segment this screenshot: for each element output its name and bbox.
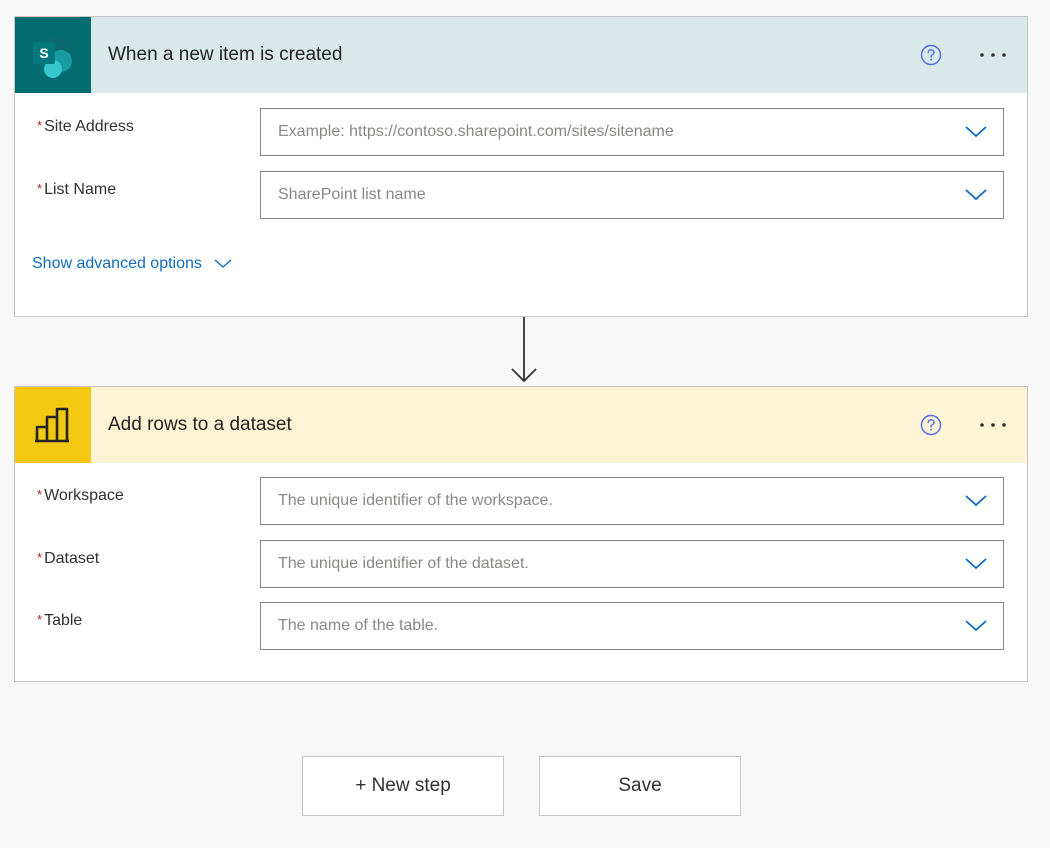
- table-label: * Table: [37, 612, 82, 630]
- help-icon[interactable]: [919, 43, 943, 67]
- action-title: Add rows to a dataset: [108, 414, 292, 435]
- table-field[interactable]: [260, 602, 1004, 650]
- table-input[interactable]: [261, 603, 949, 649]
- required-marker: *: [37, 550, 43, 565]
- chevron-down-icon[interactable]: [949, 109, 1003, 155]
- trigger-card: S When a new item is created * Site Addre…: [14, 16, 1028, 317]
- table-label-text: Table: [44, 612, 83, 629]
- workspace-row: * Workspace: [15, 477, 1027, 525]
- chevron-down-icon[interactable]: [949, 172, 1003, 218]
- more-options-icon[interactable]: [973, 413, 1013, 437]
- dataset-input[interactable]: [261, 541, 949, 587]
- list-name-label-text: List Name: [44, 181, 117, 198]
- site-address-label: * Site Address: [37, 118, 134, 136]
- save-button[interactable]: Save: [539, 756, 741, 816]
- dataset-row: * Dataset: [15, 540, 1027, 588]
- list-name-input[interactable]: [261, 172, 949, 218]
- required-marker: *: [37, 181, 43, 196]
- dataset-label-text: Dataset: [44, 550, 100, 567]
- chevron-down-icon[interactable]: [949, 478, 1003, 524]
- workspace-label-text: Workspace: [44, 487, 124, 504]
- required-marker: *: [37, 487, 43, 502]
- trigger-card-header[interactable]: S When a new item is created: [15, 17, 1027, 93]
- required-marker: *: [37, 612, 43, 627]
- site-address-row: * Site Address: [15, 108, 1027, 156]
- list-name-row: * List Name: [15, 171, 1027, 219]
- more-options-icon[interactable]: [973, 43, 1013, 67]
- trigger-title: When a new item is created: [108, 44, 343, 65]
- chevron-down-icon[interactable]: [949, 541, 1003, 587]
- chevron-down-icon[interactable]: [949, 603, 1003, 649]
- action-card-header[interactable]: Add rows to a dataset: [15, 387, 1027, 463]
- site-address-label-text: Site Address: [44, 118, 134, 135]
- help-icon[interactable]: [919, 413, 943, 437]
- new-step-button[interactable]: + New step: [302, 756, 504, 816]
- show-advanced-options-label: Show advanced options: [32, 255, 202, 272]
- svg-text:S: S: [39, 45, 48, 61]
- list-name-label: * List Name: [37, 181, 116, 199]
- table-row: * Table: [15, 602, 1027, 650]
- chevron-down-icon: [214, 259, 232, 268]
- list-name-field[interactable]: [260, 171, 1004, 219]
- dataset-field[interactable]: [260, 540, 1004, 588]
- action-card: Add rows to a dataset *Workspace *Da: [14, 386, 1028, 682]
- workspace-field[interactable]: [260, 477, 1004, 525]
- required-marker: *: [37, 118, 43, 133]
- workspace-label: * Workspace: [37, 487, 124, 505]
- site-address-input[interactable]: [261, 109, 949, 155]
- show-advanced-options-link[interactable]: Show advanced options: [32, 255, 232, 273]
- dataset-label: * Dataset: [37, 550, 99, 568]
- power-bi-icon: [15, 387, 91, 463]
- workspace-input[interactable]: [261, 478, 949, 524]
- site-address-field[interactable]: [260, 108, 1004, 156]
- sharepoint-icon: S: [15, 17, 91, 93]
- down-arrow-icon: [511, 317, 537, 383]
